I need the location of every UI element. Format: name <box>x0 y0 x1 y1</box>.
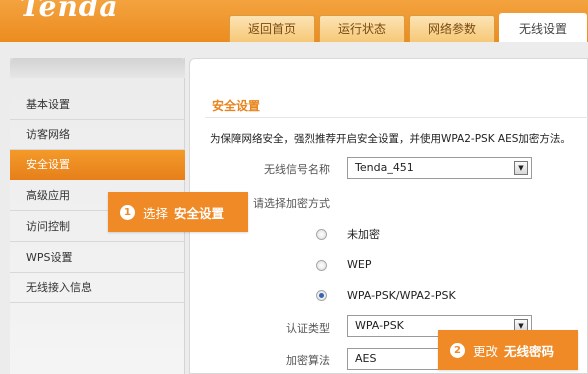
ssid-select[interactable]: Tenda_451 ▼ <box>347 157 532 179</box>
ssid-label: 无线信号名称 <box>264 163 330 176</box>
sidebar-item-wps[interactable]: WPS设置 <box>10 243 185 273</box>
radio-wpa[interactable] <box>316 290 327 301</box>
tab-home[interactable]: 返回首页 <box>229 15 315 42</box>
step-1-target: 安全设置 <box>174 205 225 221</box>
sidebar-item-basic[interactable]: 基本设置 <box>10 90 185 120</box>
sidebar-item-guest[interactable]: 访客网络 <box>10 120 185 150</box>
sidebar-header <box>10 58 185 78</box>
step-1-badge: 1 <box>120 204 135 220</box>
auth-type-value: WPA-PSK <box>355 319 404 332</box>
step-2-badge: 2 <box>450 342 465 358</box>
radio-wpa-label: WPA-PSK/WPA2-PSK <box>347 289 456 302</box>
step-2-target: 无线密码 <box>504 343 555 359</box>
step-1-text: 选择 <box>143 205 169 221</box>
cipher-label: 加密算法 <box>286 354 330 367</box>
radio-none[interactable] <box>316 229 327 240</box>
page-title: 安全设置 <box>212 99 261 113</box>
sidebar-item-security[interactable]: 安全设置 <box>10 150 185 180</box>
ssid-value: Tenda_451 <box>355 161 414 174</box>
step-2-text: 更改 <box>473 343 499 359</box>
callout-step-2: 2 更改 无线密码 <box>438 330 578 370</box>
security-hint: 为保障网络安全，强烈推荐开启安全设置，并使用WPA2-PSK AES加密方法。 <box>210 133 571 145</box>
radio-wep[interactable] <box>316 260 327 271</box>
radio-wep-label: WEP <box>347 258 372 271</box>
sidebar-item-client-info[interactable]: 无线接入信息 <box>10 273 185 303</box>
chevron-down-icon[interactable]: ▼ <box>514 161 528 175</box>
callout-step-1: 1 选择 安全设置 <box>108 192 248 232</box>
tab-network[interactable]: 网络参数 <box>409 15 495 42</box>
cipher-value: AES <box>355 352 377 365</box>
title-divider <box>205 117 588 118</box>
tenda-logo: Tenda <box>20 0 119 23</box>
auth-type-label: 认证类型 <box>286 322 330 335</box>
radio-none-label: 未加密 <box>347 228 380 241</box>
tab-wireless[interactable]: 无线设置 <box>499 13 587 42</box>
tab-status[interactable]: 运行状态 <box>319 15 405 42</box>
header-bar: Tenda 返回首页 运行状态 网络参数 无线设置 <box>0 0 588 42</box>
